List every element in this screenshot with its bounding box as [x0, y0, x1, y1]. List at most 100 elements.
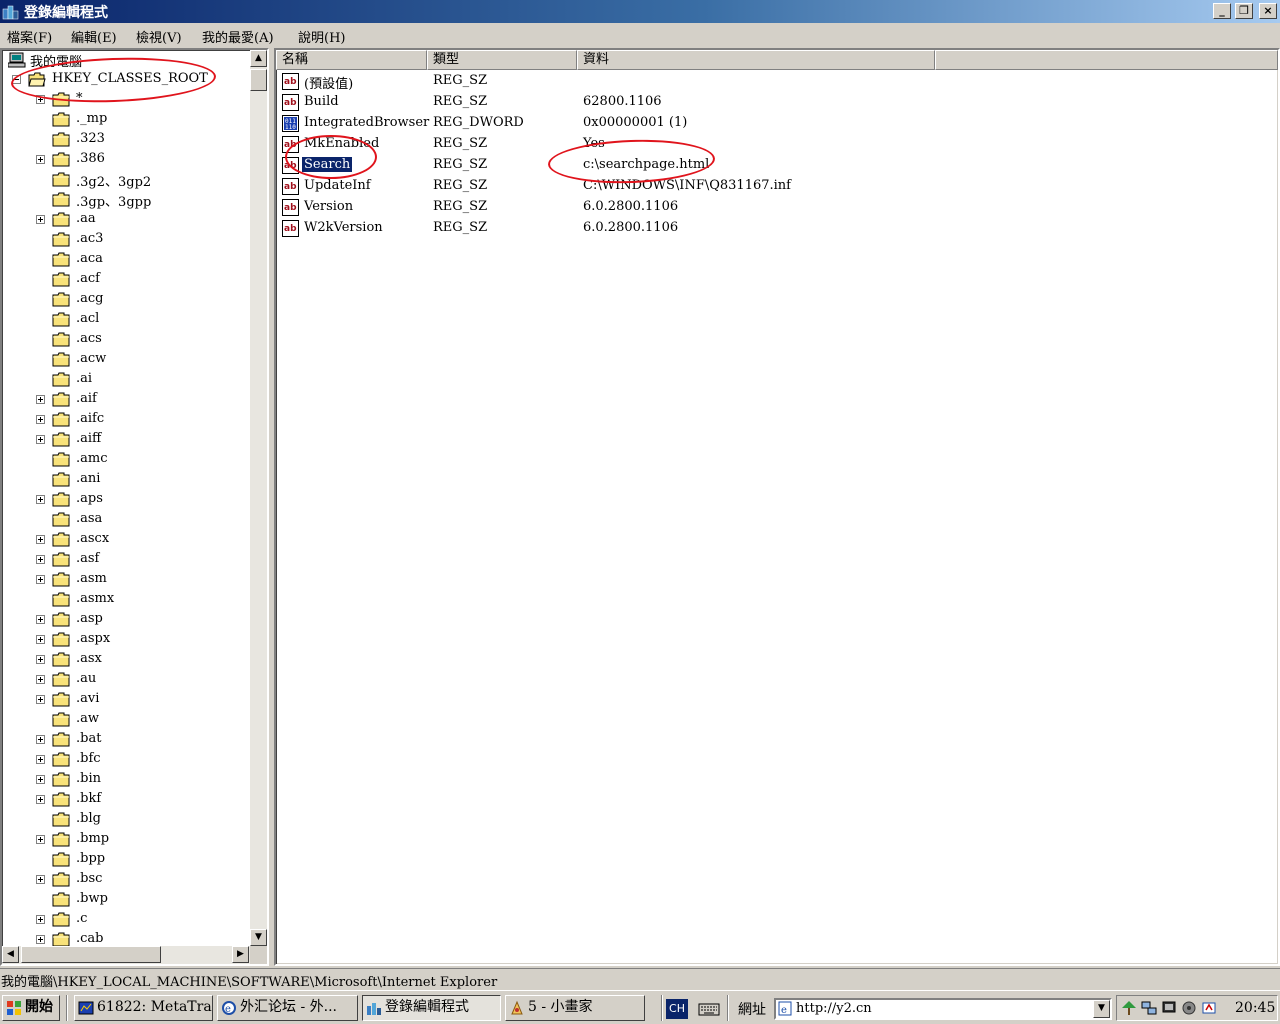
task-button[interactable]: e 外汇论坛 - 外... — [217, 995, 358, 1021]
close-button[interactable]: × — [1259, 3, 1277, 19]
expand-plus-icon[interactable] — [36, 915, 45, 924]
expand-plus-icon[interactable] — [36, 755, 45, 764]
network-connection-icon[interactable] — [1141, 1000, 1157, 1016]
column-header-name[interactable]: 名稱 — [276, 50, 427, 70]
value-row[interactable]: ab W2kVersion REG_SZ 6.0.2800.1106 — [276, 218, 1276, 239]
value-row[interactable]: 011 110 IntegratedBrowser REG_DWORD 0x000000… — [276, 113, 1276, 134]
title-bar[interactable]: 登錄編輯程式 _ ❐ × — [0, 0, 1280, 23]
start-button[interactable]: 開始 — [2, 995, 60, 1021]
task-button[interactable]: 5 - 小畫家 — [505, 995, 645, 1021]
tree-item[interactable]: .386 — [36, 150, 246, 170]
tree-item[interactable]: .bwp — [36, 890, 246, 910]
expand-plus-icon[interactable] — [36, 435, 45, 444]
speaker-icon[interactable] — [1181, 1000, 1197, 1016]
collapse-icon[interactable] — [12, 75, 21, 84]
tree-item[interactable]: .cab — [36, 930, 246, 946]
values-list-pane[interactable]: 名稱 類型 資料 ab (預設值) REG_SZ ab Build REG_SZ 62800… — [274, 48, 1280, 966]
tree-item[interactable]: .323 — [36, 130, 246, 150]
expand-plus-icon[interactable] — [36, 415, 45, 424]
tree-item[interactable]: .bkf — [36, 790, 246, 810]
tree-item[interactable]: .ai — [36, 370, 246, 390]
tree-item[interactable]: .aif — [36, 390, 246, 410]
value-row[interactable]: ab (預設值) REG_SZ — [276, 71, 1276, 92]
language-indicator[interactable]: CH — [666, 999, 688, 1019]
network-tree-icon[interactable] — [1121, 1000, 1137, 1016]
tree-item[interactable]: .asx — [36, 650, 246, 670]
expand-plus-icon[interactable] — [36, 935, 45, 944]
hscroll-thumb[interactable] — [21, 946, 161, 963]
menu-file[interactable]: 檔案(F) — [7, 27, 52, 46]
value-row[interactable]: ab Version REG_SZ 6.0.2800.1106 — [276, 197, 1276, 218]
restore-button[interactable]: ❐ — [1235, 3, 1253, 19]
menu-favorites[interactable]: 我的最愛(A) — [202, 27, 274, 46]
tree-root-my-computer[interactable]: 我的電腦 — [6, 50, 246, 70]
tree-horizontal-scrollbar[interactable]: ◀ ▶ — [2, 946, 250, 964]
ime-tray-icon[interactable] — [1201, 1000, 1217, 1016]
scroll-right-button[interactable]: ▶ — [232, 946, 249, 963]
expand-plus-icon[interactable] — [36, 555, 45, 564]
tree-item[interactable]: .bat — [36, 730, 246, 750]
tree-item[interactable]: .bfc — [36, 750, 246, 770]
expand-plus-icon[interactable] — [36, 215, 45, 224]
tree-item[interactable]: .acw — [36, 350, 246, 370]
column-header-data[interactable]: 資料 — [577, 50, 935, 70]
tree-item[interactable]: .acf — [36, 270, 246, 290]
tree-item[interactable]: .acg — [36, 290, 246, 310]
address-input[interactable]: e http://y2.cn ▼ — [774, 998, 1112, 1020]
keyboard-icon[interactable] — [698, 1001, 720, 1017]
tree-item[interactable]: .aspx — [36, 630, 246, 650]
menu-help[interactable]: 說明(H) — [298, 27, 345, 46]
scroll-left-button[interactable]: ◀ — [2, 946, 19, 963]
tree-item[interactable]: .avi — [36, 690, 246, 710]
scroll-thumb[interactable] — [250, 69, 267, 91]
monitor-tray-icon[interactable] — [1161, 1000, 1177, 1016]
tree-item[interactable]: .asa — [36, 510, 246, 530]
expand-plus-icon[interactable] — [36, 575, 45, 584]
tree-item[interactable]: .acs — [36, 330, 246, 350]
column-header-type[interactable]: 類型 — [427, 50, 577, 70]
tree-item[interactable]: .3gp、3gpp — [36, 190, 246, 210]
tree-item[interactable]: .ac3 — [36, 230, 246, 250]
value-row[interactable]: ab UpdateInf REG_SZ C:\WINDOWS\INF\Q831167.… — [276, 176, 1276, 197]
expand-plus-icon[interactable] — [36, 535, 45, 544]
expand-plus-icon[interactable] — [36, 795, 45, 804]
tree-item[interactable]: .asp — [36, 610, 246, 630]
tree-item[interactable]: .amc — [36, 450, 246, 470]
minimize-button[interactable]: _ — [1213, 3, 1231, 19]
tree-item[interactable]: .aca — [36, 250, 246, 270]
menu-edit[interactable]: 編輯(E) — [71, 27, 117, 46]
tree-item[interactable]: .asmx — [36, 590, 246, 610]
tree-item[interactable]: .bin — [36, 770, 246, 790]
tree-item[interactable]: .ascx — [36, 530, 246, 550]
tree-item[interactable]: .asm — [36, 570, 246, 590]
tree-item[interactable]: .3g2、3gp2 — [36, 170, 246, 190]
tree-vertical-scrollbar[interactable]: ▲ ▼ — [250, 50, 267, 946]
expand-plus-icon[interactable] — [36, 875, 45, 884]
expand-plus-icon[interactable] — [36, 95, 45, 104]
expand-plus-icon[interactable] — [36, 835, 45, 844]
expand-plus-icon[interactable] — [36, 675, 45, 684]
expand-plus-icon[interactable] — [36, 775, 45, 784]
task-button[interactable]: 61822: MetaTra... — [74, 995, 213, 1021]
expand-plus-icon[interactable] — [36, 495, 45, 504]
tree-item[interactable]: * — [36, 90, 246, 110]
tree-item[interactable]: .au — [36, 670, 246, 690]
scroll-up-button[interactable]: ▲ — [250, 50, 267, 67]
tree-item[interactable]: .bsc — [36, 870, 246, 890]
tree-item[interactable]: .aps — [36, 490, 246, 510]
registry-tree-pane[interactable]: 我的電腦 HKEY_CLASSES_ROOT * ._mp .323 .386 .3g2… — [0, 48, 269, 966]
tree-item[interactable]: .ani — [36, 470, 246, 490]
tree-hive-hkcr[interactable]: HKEY_CLASSES_ROOT — [12, 70, 248, 90]
tree-item[interactable]: .acl — [36, 310, 246, 330]
menu-view[interactable]: 檢視(V) — [136, 27, 182, 46]
tree-item[interactable]: .blg — [36, 810, 246, 830]
expand-plus-icon[interactable] — [36, 655, 45, 664]
tree-item[interactable]: ._mp — [36, 110, 246, 130]
expand-plus-icon[interactable] — [36, 735, 45, 744]
expand-plus-icon[interactable] — [36, 615, 45, 624]
value-row[interactable]: ab MkEnabled REG_SZ Yes — [276, 134, 1276, 155]
tree-item[interactable]: .aa — [36, 210, 246, 230]
value-row[interactable]: ab Search REG_SZ c:\searchpage.html — [276, 155, 1276, 176]
scroll-down-button[interactable]: ▼ — [250, 929, 267, 946]
tree-item[interactable]: .asf — [36, 550, 246, 570]
